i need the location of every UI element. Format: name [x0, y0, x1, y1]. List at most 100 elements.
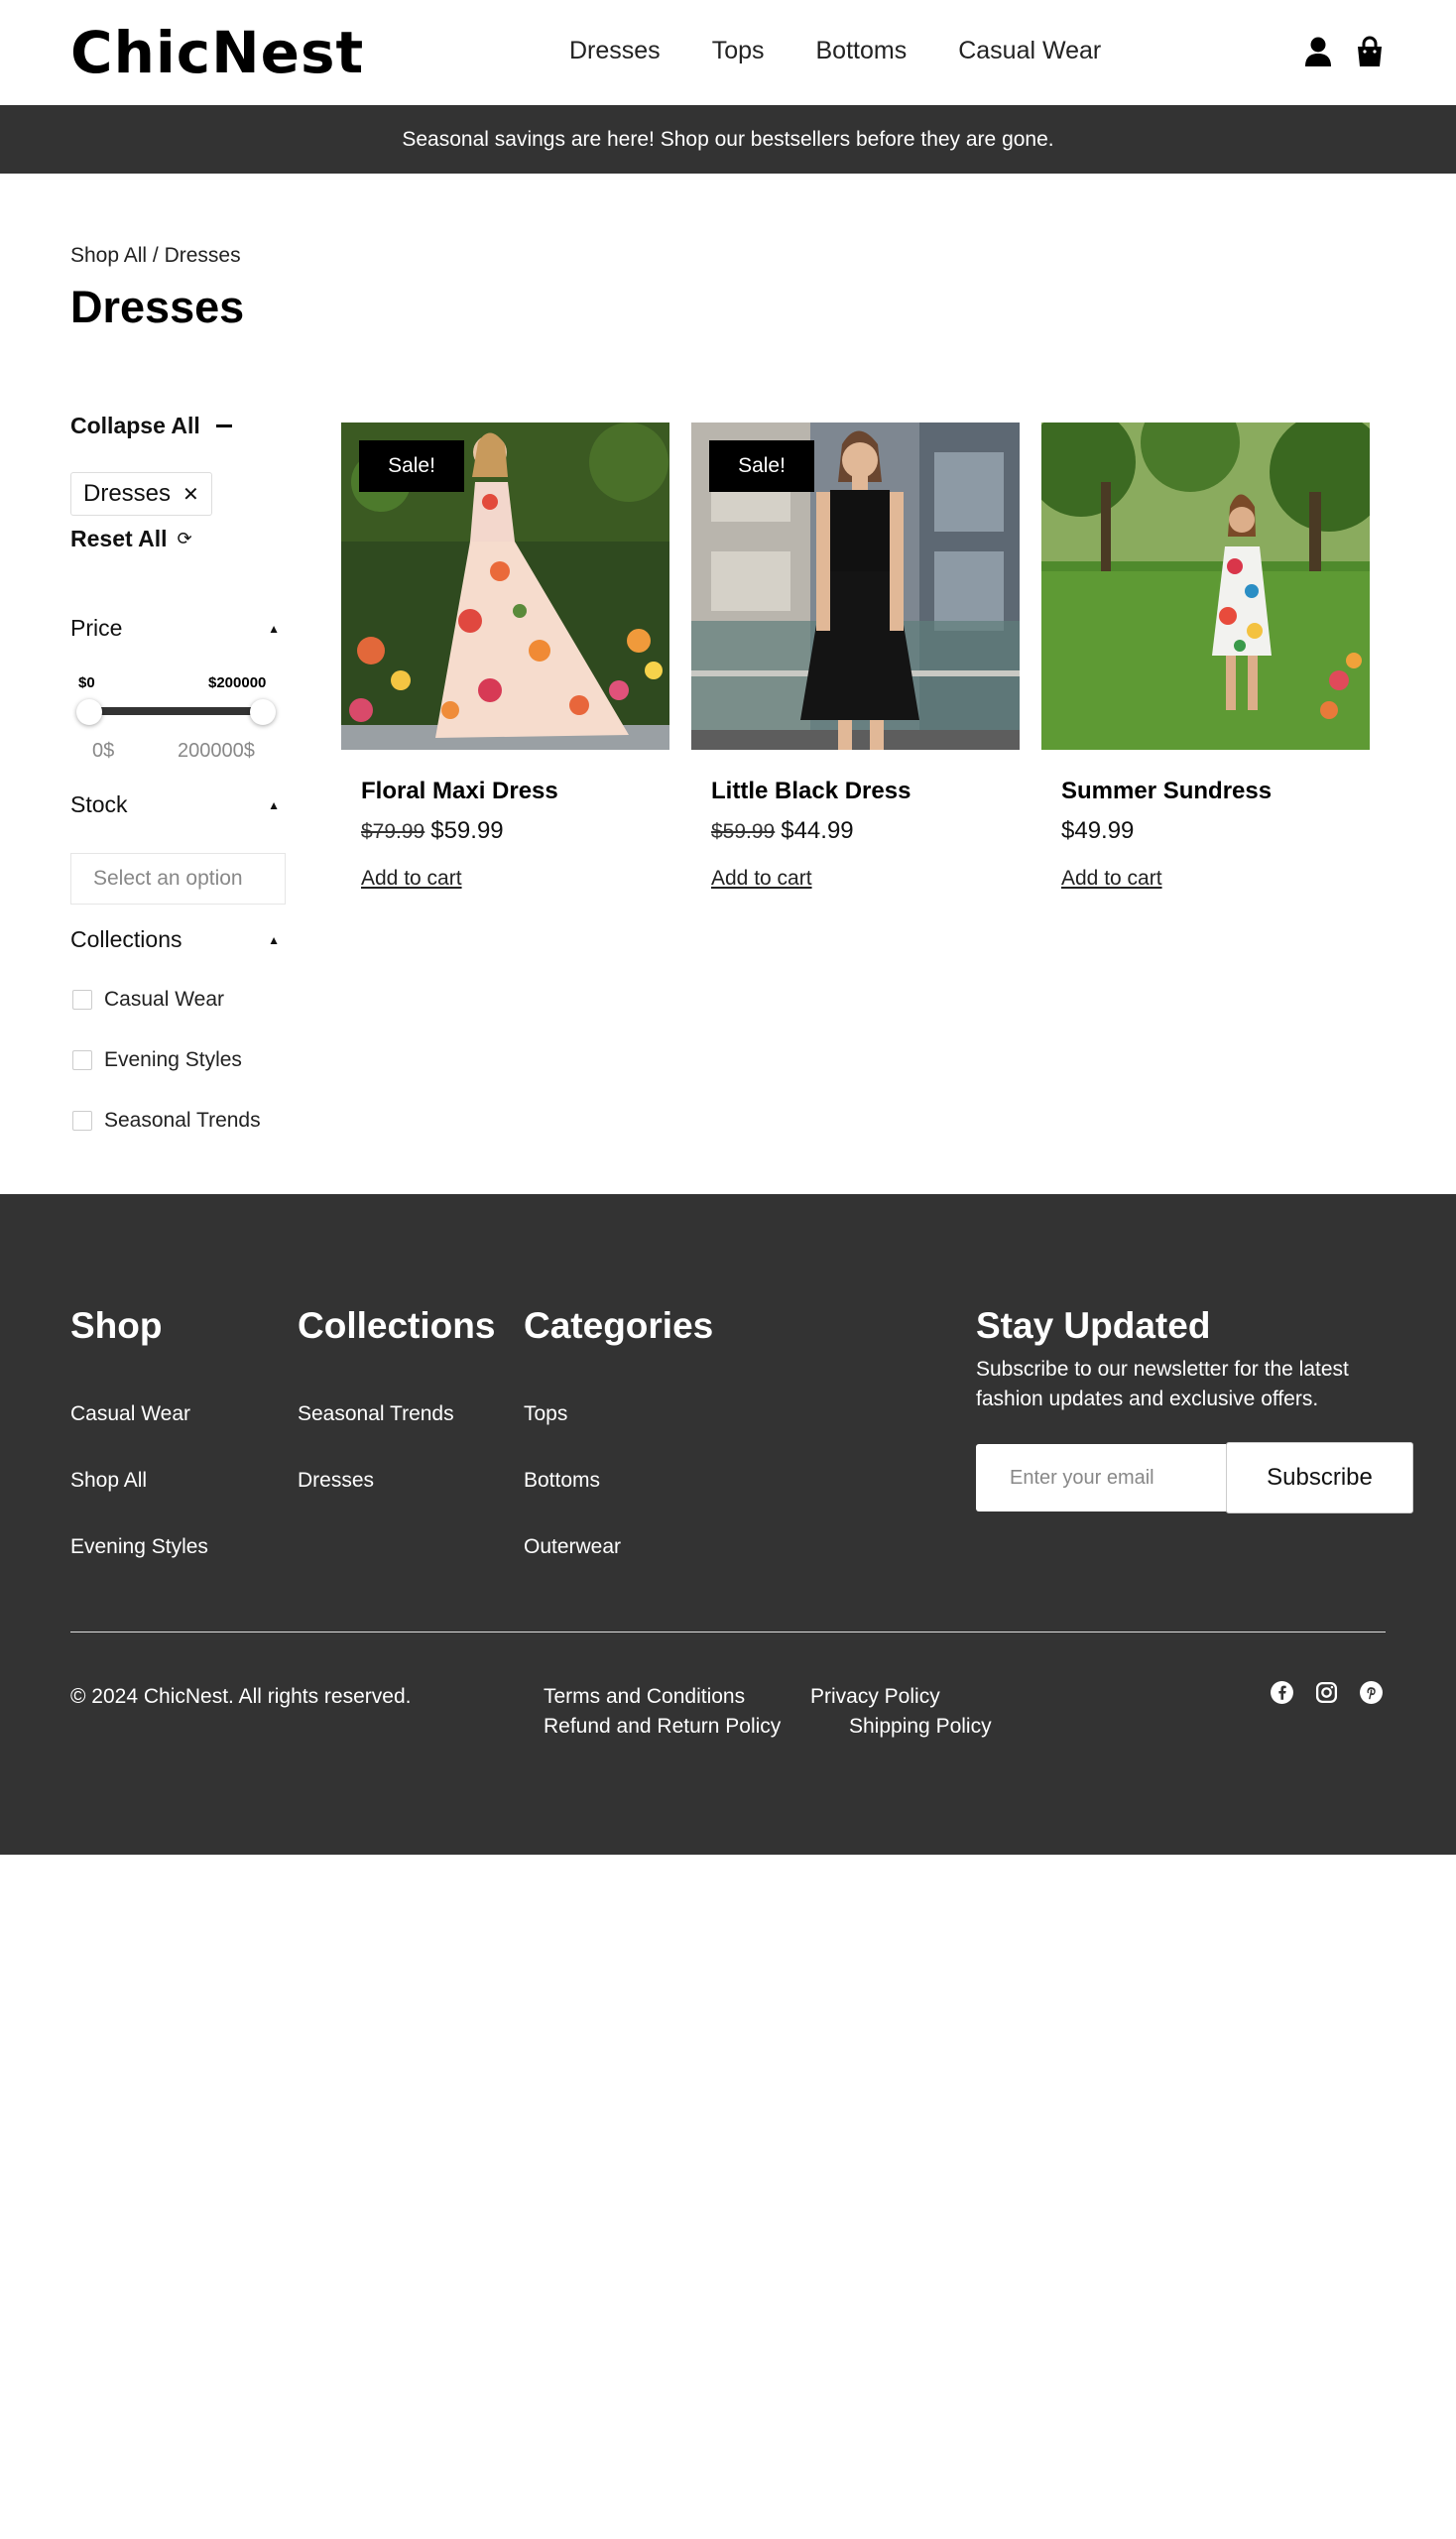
subscribe-button[interactable]: Subscribe — [1226, 1442, 1413, 1513]
main-nav: Dresses Tops Bottoms Casual Wear — [569, 32, 1101, 69]
product-name[interactable]: Floral Maxi Dress — [361, 778, 558, 805]
site-logo[interactable]: ChicNest — [70, 20, 364, 85]
product-price: $49.99 — [1061, 817, 1134, 845]
terms-link[interactable]: Terms and Conditions — [544, 1685, 745, 1709]
site-footer: Shop Casual Wear Shop All Evening Styles… — [0, 1194, 1456, 1855]
newsletter-text: Subscribe to our newsletter for the late… — [976, 1358, 1349, 1410]
active-filter-chip[interactable]: Dresses ✕ — [70, 472, 212, 516]
footer-link[interactable]: Casual Wear — [70, 1402, 190, 1426]
old-price: $59.99 — [711, 820, 776, 843]
breadcrumb: Shop All / Dresses — [70, 244, 241, 268]
price-filter-label: Price — [70, 615, 123, 641]
collection-evening-styles[interactable]: Evening Styles — [70, 1048, 242, 1072]
collection-casual-wear[interactable]: Casual Wear — [70, 988, 224, 1012]
instagram-icon[interactable] — [1314, 1680, 1339, 1705]
breadcrumb-current: Dresses — [164, 244, 241, 267]
product-price-value: $49.99 — [1061, 817, 1135, 844]
sale-badge: Sale! — [359, 440, 464, 492]
page-title: Dresses — [70, 282, 245, 332]
stock-filter-label: Stock — [70, 791, 128, 817]
close-icon[interactable]: ✕ — [182, 482, 199, 507]
sale-badge: Sale! — [709, 440, 814, 492]
refund-link[interactable]: Refund and Return Policy — [544, 1715, 781, 1739]
refresh-icon: ⟳ — [177, 529, 192, 548]
checkbox[interactable] — [72, 990, 92, 1010]
copyright-text: © 2024 ChicNest. All rights reserved. — [70, 1685, 412, 1708]
price-max-input[interactable]: 200000$ — [178, 740, 255, 763]
stock-filter-header[interactable]: Stock ▲ — [70, 791, 284, 818]
footer-shop-title: Shop — [70, 1305, 163, 1346]
product-name[interactable]: Little Black Dress — [711, 778, 910, 805]
stock-select[interactable]: Select an option — [70, 853, 286, 905]
facebook-icon[interactable] — [1270, 1680, 1294, 1705]
product-price: $59.99 $44.99 — [711, 817, 854, 845]
nav-tops[interactable]: Tops — [712, 32, 765, 69]
footer-link[interactable]: Bottoms — [524, 1469, 600, 1493]
collapse-all-button[interactable]: Collapse All — [70, 413, 232, 439]
chevron-up-icon: ▲ — [268, 932, 280, 947]
footer-categories-title: Categories — [524, 1305, 714, 1346]
old-price: $79.99 — [361, 820, 425, 843]
announcement-text: Seasonal savings are here! Shop our best… — [402, 127, 1054, 151]
shipping-link[interactable]: Shipping Policy — [849, 1715, 992, 1739]
header-icons — [1303, 36, 1385, 67]
product-image[interactable] — [1041, 423, 1370, 750]
breadcrumb-shop-all[interactable]: Shop All — [70, 244, 147, 267]
stock-select-placeholder: Select an option — [93, 867, 243, 890]
breadcrumb-separator: / — [147, 244, 165, 267]
privacy-link[interactable]: Privacy Policy — [810, 1685, 940, 1709]
nav-bottoms[interactable]: Bottoms — [816, 32, 908, 69]
collections-filter-label: Collections — [70, 926, 182, 952]
sale-price: $59.99 — [430, 817, 504, 844]
product-card: Sale! Floral Maxi Dress $79.99 $59.99 Add… — [341, 423, 669, 890]
chevron-up-icon: ▲ — [268, 797, 280, 812]
sale-price: $44.99 — [781, 817, 854, 844]
collection-label: Evening Styles — [104, 1048, 242, 1071]
nav-dresses[interactable]: Dresses — [569, 32, 661, 69]
product-image[interactable]: Sale! — [341, 423, 669, 750]
collections-filter-header[interactable]: Collections ▲ — [70, 926, 284, 953]
chevron-up-icon: ▲ — [268, 621, 280, 636]
product-card: Sale! Little Black Dress $59.99 $44.99 Ad… — [691, 423, 1020, 890]
footer-link[interactable]: Shop All — [70, 1469, 147, 1493]
collection-label: Casual Wear — [104, 988, 224, 1011]
footer-collections-title: Collections — [298, 1305, 496, 1346]
price-max-label: $200000 — [208, 674, 267, 691]
user-icon[interactable] — [1303, 36, 1333, 67]
reset-all-button[interactable]: Reset All ⟳ — [70, 526, 192, 552]
collection-label: Seasonal Trends — [104, 1109, 261, 1132]
product-name[interactable]: Summer Sundress — [1061, 778, 1272, 805]
price-slider-track[interactable] — [88, 707, 262, 715]
social-links — [1270, 1680, 1384, 1705]
newsletter-title: Stay Updated — [976, 1305, 1211, 1346]
price-filter-header[interactable]: Price ▲ — [70, 615, 284, 642]
footer-link[interactable]: Outerwear — [524, 1535, 621, 1559]
pinterest-icon[interactable] — [1359, 1680, 1384, 1705]
reset-all-label: Reset All — [70, 526, 168, 551]
checkbox[interactable] — [72, 1111, 92, 1131]
collection-seasonal-trends[interactable]: Seasonal Trends — [70, 1109, 261, 1133]
active-filter-label: Dresses — [83, 480, 172, 507]
add-to-cart-link[interactable]: Add to cart — [711, 867, 812, 891]
footer-link[interactable]: Evening Styles — [70, 1535, 208, 1559]
minus-icon — [215, 424, 232, 427]
price-slider-min-handle[interactable] — [76, 699, 102, 725]
price-min-label: $0 — [78, 674, 95, 691]
product-price: $79.99 $59.99 — [361, 817, 504, 845]
nav-casual-wear[interactable]: Casual Wear — [958, 32, 1101, 69]
site-header: ChicNest Dresses Tops Bottoms Casual Wea… — [0, 0, 1456, 105]
add-to-cart-link[interactable]: Add to cart — [1061, 867, 1162, 891]
email-field[interactable] — [976, 1444, 1226, 1511]
checkbox[interactable] — [72, 1050, 92, 1070]
footer-link[interactable]: Dresses — [298, 1469, 374, 1493]
product-image[interactable]: Sale! — [691, 423, 1020, 750]
shopping-bag-icon[interactable] — [1355, 36, 1385, 67]
collapse-all-label: Collapse All — [70, 413, 200, 438]
add-to-cart-link[interactable]: Add to cart — [361, 867, 462, 891]
product-card: Summer Sundress $49.99 Add to cart — [1041, 423, 1370, 890]
price-slider-max-handle[interactable] — [250, 699, 276, 725]
announcement-bar: Seasonal savings are here! Shop our best… — [0, 105, 1456, 174]
price-min-input[interactable]: 0$ — [92, 740, 114, 763]
footer-link[interactable]: Seasonal Trends — [298, 1402, 454, 1426]
footer-link[interactable]: Tops — [524, 1402, 567, 1426]
